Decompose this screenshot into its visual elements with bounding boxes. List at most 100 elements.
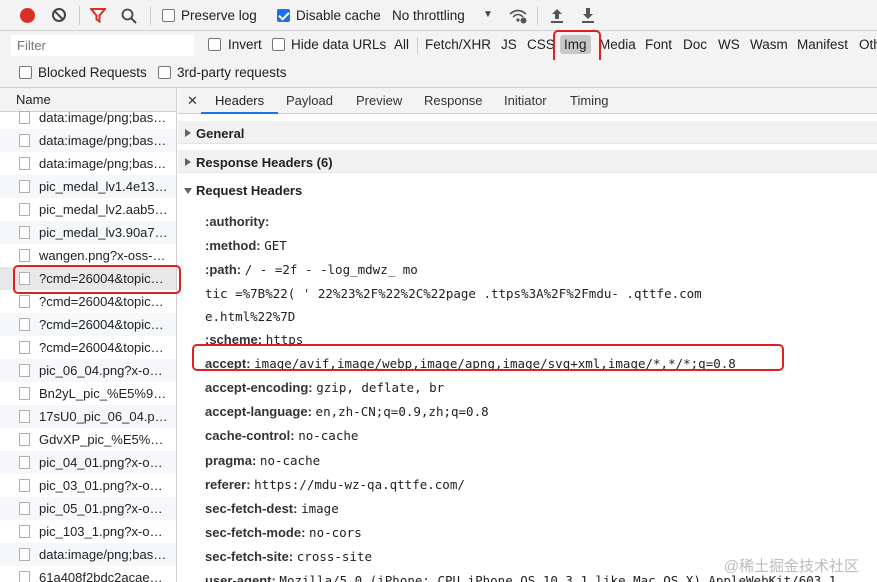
request-name: Bn2yL_pic_%E5%9… (39, 386, 167, 401)
type-filter-other[interactable]: Oth (859, 37, 877, 52)
type-filter-wasm[interactable]: Wasm (750, 37, 788, 52)
blocked-requests-checkbox[interactable] (19, 66, 32, 79)
disable-cache-checkbox[interactable] (277, 9, 290, 22)
response-headers-title: Response Headers (6) (196, 155, 333, 170)
collapse-triangle-icon (184, 188, 192, 194)
request-name: pic_03_01.png?x-o… (39, 478, 163, 493)
header-name: referer: (205, 477, 251, 492)
header-name: :path: (205, 262, 242, 277)
response-headers-section-header[interactable]: Response Headers (6) (178, 150, 877, 173)
tab-headers[interactable]: Headers (215, 93, 264, 108)
request-name: GdvXP_pic_%E5%… (39, 432, 164, 447)
network-conditions-icon[interactable] (508, 8, 528, 24)
request-header-row: referer: https://mdu-wz-qa.qttfe.com/ (205, 477, 465, 492)
header-name: sec-fetch-site: (205, 549, 294, 564)
request-row[interactable]: pic_06_04.png?x-o… (0, 359, 176, 382)
file-icon (19, 295, 30, 308)
hide-data-urls-checkbox[interactable] (272, 38, 285, 51)
request-row[interactable]: pic_medal_lv3.90a7… (0, 221, 176, 244)
request-name: 17sU0_pic_06_04.p… (39, 409, 168, 424)
third-party-checkbox[interactable] (158, 66, 171, 79)
request-row[interactable]: 17sU0_pic_06_04.p… (0, 405, 176, 428)
request-headers-title: Request Headers (196, 183, 303, 198)
header-name: sec-fetch-mode: (205, 525, 306, 540)
request-row[interactable]: data:image/png;bas… (0, 543, 176, 566)
filter-input[interactable] (11, 35, 194, 56)
request-row[interactable]: pic_103_1.png?x-o… (0, 520, 176, 543)
expand-triangle-icon (185, 158, 191, 166)
clear-icon[interactable] (52, 8, 66, 22)
throttling-select[interactable]: No throttling (392, 8, 465, 23)
request-name: pic_103_1.png?x-o… (39, 524, 163, 539)
file-icon (19, 249, 30, 262)
request-row[interactable]: pic_medal_lv1.4e13… (0, 175, 176, 198)
type-filter-doc[interactable]: Doc (683, 37, 707, 52)
tab-preview[interactable]: Preview (356, 93, 402, 108)
file-icon (19, 410, 30, 423)
filter-icon[interactable] (90, 8, 106, 23)
request-header-row: e.html%22%7D (205, 309, 295, 324)
invert-checkbox[interactable] (208, 38, 221, 51)
request-row[interactable]: data:image/png;bas… (0, 129, 176, 152)
general-section-header[interactable]: General (178, 121, 877, 144)
request-row[interactable]: pic_04_01.png?x-o… (0, 451, 176, 474)
type-filter-css[interactable]: CSS (527, 37, 555, 52)
file-icon (19, 157, 30, 170)
request-headers-section-header[interactable]: Request Headers (178, 178, 877, 201)
header-value: cross-site (296, 549, 373, 564)
request-row[interactable]: data:image/png;bas… (0, 106, 176, 129)
request-row[interactable]: data:image/png;bas… (0, 152, 176, 175)
preserve-log-checkbox[interactable] (162, 9, 175, 22)
file-icon (19, 571, 30, 582)
header-value: image (301, 501, 339, 516)
request-header-row: pragma: no-cache (205, 453, 320, 468)
tab-timing[interactable]: Timing (570, 93, 609, 108)
import-har-icon[interactable] (550, 7, 564, 24)
header-value: https://mdu-wz-qa.qttfe.com/ (254, 477, 465, 492)
request-row[interactable]: 61a408f2bdc2acae… (0, 566, 176, 582)
request-row[interactable]: pic_05_01.png?x-o… (0, 497, 176, 520)
request-row[interactable]: pic_03_01.png?x-o… (0, 474, 176, 497)
type-filter-manifest[interactable]: Manifest (797, 37, 848, 52)
file-icon (19, 433, 30, 446)
request-header-row: accept-language: en,zh-CN;q=0.9,zh;q=0.8 (205, 404, 489, 419)
header-name: :authority: (205, 214, 270, 229)
request-row[interactable]: wangen.png?x-oss-… (0, 244, 176, 267)
tab-payload[interactable]: Payload (286, 93, 333, 108)
type-filter-js[interactable]: JS (501, 37, 517, 52)
request-header-row: sec-fetch-site: cross-site (205, 549, 372, 564)
file-icon (19, 502, 30, 515)
request-name: data:image/png;bas… (39, 547, 167, 562)
record-icon[interactable] (20, 8, 35, 23)
request-row[interactable]: ?cmd=26004&topic… (0, 313, 176, 336)
tab-initiator[interactable]: Initiator (504, 93, 547, 108)
header-name: cache-control: (205, 428, 295, 443)
request-row[interactable]: Bn2yL_pic_%E5%9… (0, 382, 176, 405)
header-value: / - =2f - -log_mdwz_ mo (244, 262, 418, 277)
watermark: @稀土掘金技术社区 (723, 558, 859, 575)
request-header-row: :method: GET (205, 238, 287, 253)
file-icon (19, 456, 30, 469)
export-har-icon[interactable] (581, 7, 595, 24)
file-icon (19, 180, 30, 193)
chevron-down-icon[interactable]: ▼ (483, 9, 493, 20)
request-row[interactable]: ?cmd=26004&topic… (0, 336, 176, 359)
search-icon[interactable] (121, 8, 137, 24)
type-filter-all[interactable]: All (394, 37, 409, 52)
filter-bar-secondary: Blocked Requests 3rd-party requests (0, 60, 877, 88)
request-row[interactable]: GdvXP_pic_%E5%… (0, 428, 176, 451)
type-filter-media[interactable]: Media (599, 37, 636, 52)
type-filter-ws[interactable]: WS (718, 37, 740, 52)
header-value: gzip, deflate, br (316, 380, 445, 395)
type-filter-font[interactable]: Font (645, 37, 672, 52)
request-name: pic_medal_lv2.aab5… (39, 202, 168, 217)
tab-response[interactable]: Response (424, 93, 483, 108)
close-icon[interactable]: ✕ (187, 93, 198, 109)
type-filter-fetch-xhr[interactable]: Fetch/XHR (425, 37, 491, 52)
request-name: 61a408f2bdc2acae… (39, 570, 163, 582)
file-icon (19, 387, 30, 400)
header-value: en,zh-CN;q=0.9,zh;q=0.8 (315, 404, 489, 419)
request-row[interactable]: pic_medal_lv2.aab5… (0, 198, 176, 221)
blocked-requests-label: Blocked Requests (38, 65, 147, 80)
header-name: accept-language: (205, 404, 312, 419)
